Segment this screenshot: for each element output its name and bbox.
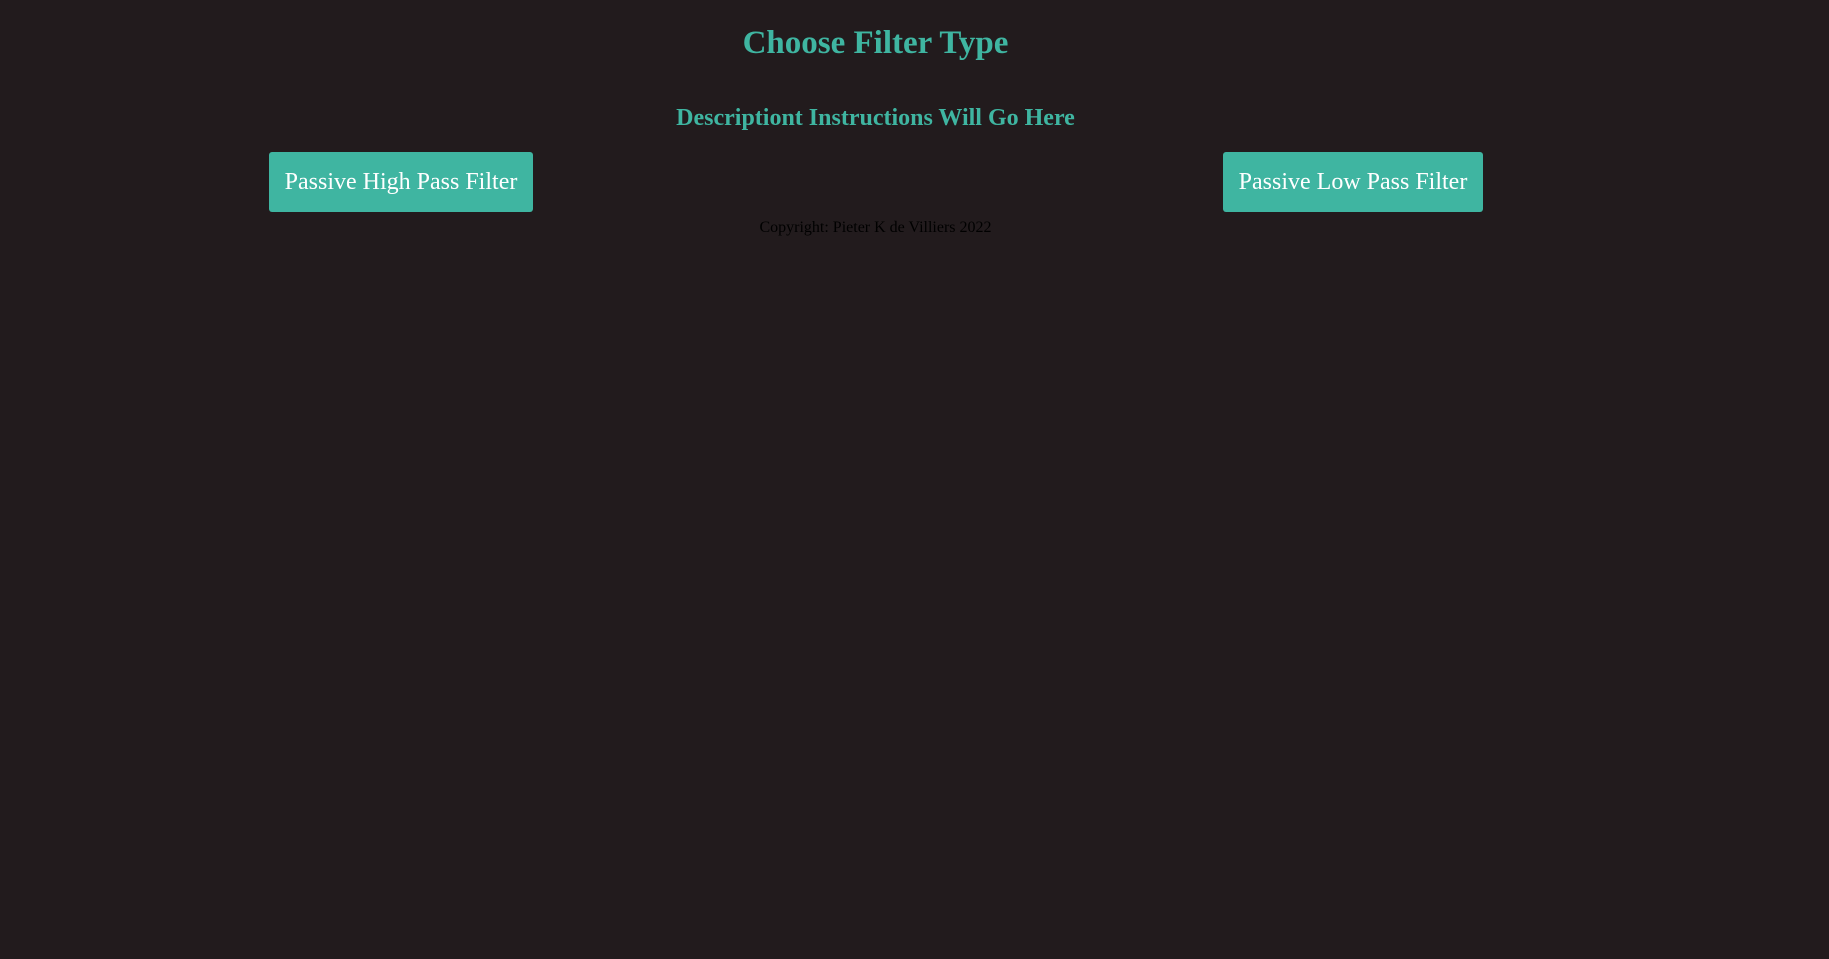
- passive-high-pass-filter-button[interactable]: Passive High Pass Filter: [269, 152, 533, 212]
- passive-low-pass-filter-button[interactable]: Passive Low Pass Filter: [1223, 152, 1483, 212]
- page-title: Choose Filter Type: [742, 25, 1009, 61]
- copyright-text: Copyright: Pieter K de Villiers 2022: [759, 219, 992, 236]
- description-instructions: Descriptiont Instructions Will Go Here: [676, 105, 1075, 131]
